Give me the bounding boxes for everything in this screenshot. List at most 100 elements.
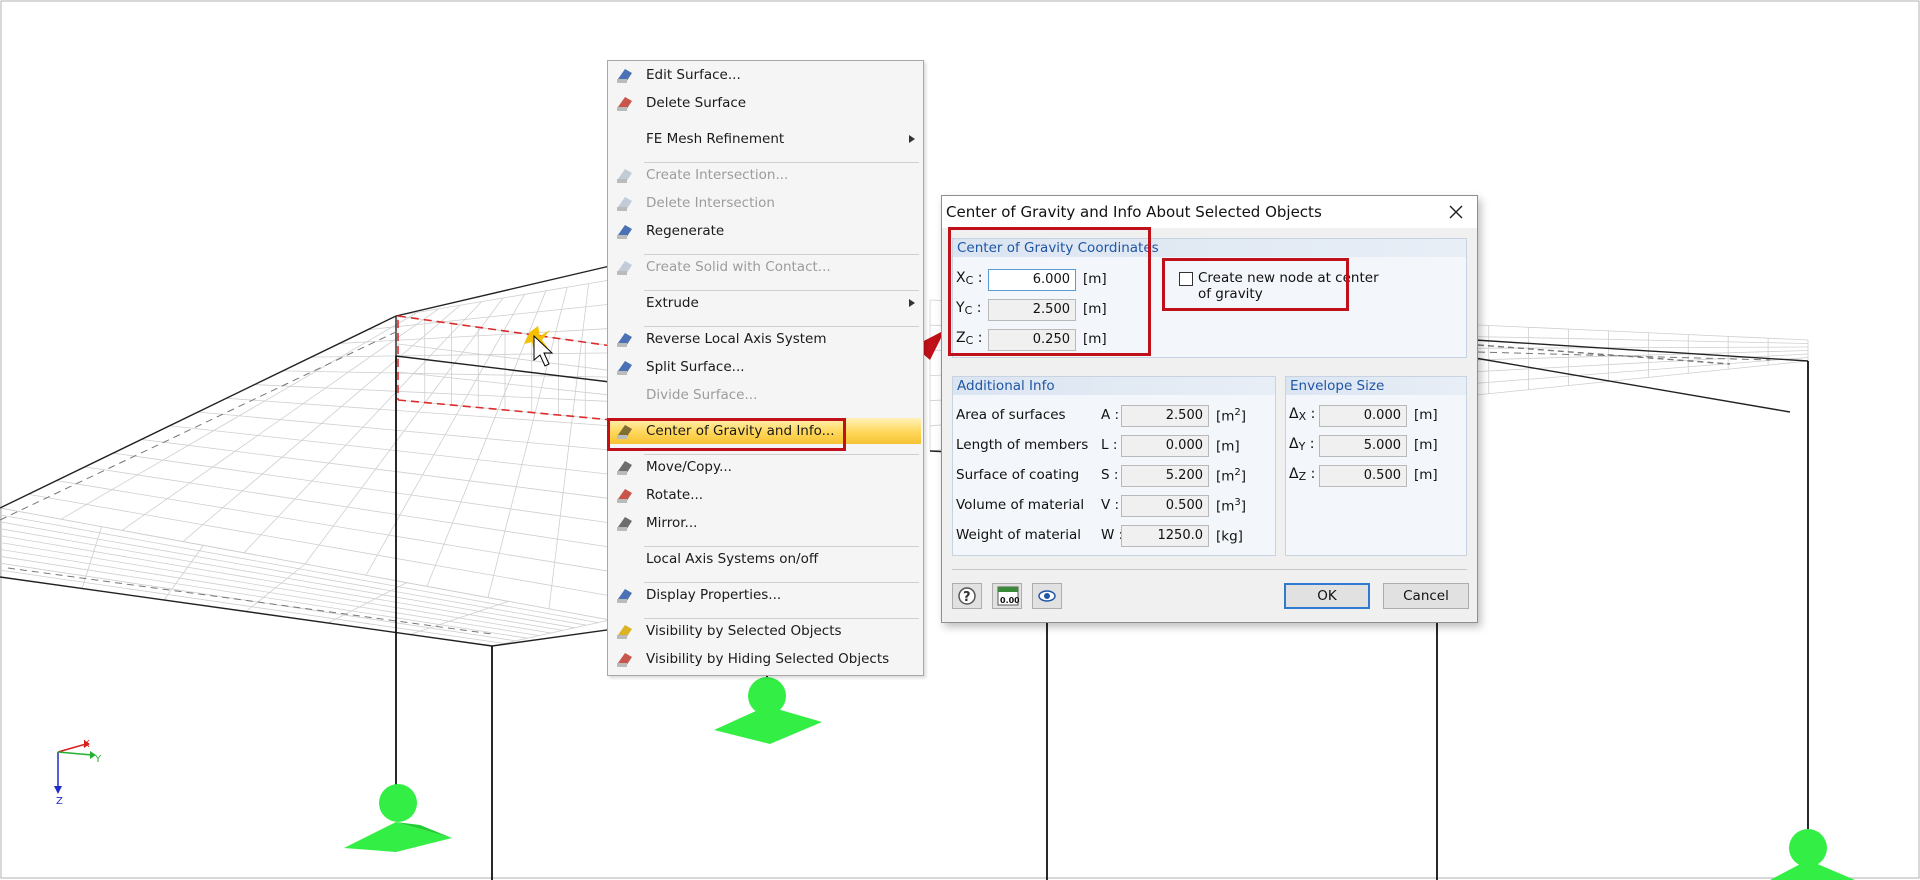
menu-item-create-intersection: Create Intersection... — [610, 162, 921, 188]
info-value-field[interactable]: 5.200 — [1121, 465, 1209, 487]
menu-item-local-axis-systems-on-off[interactable]: Local Axis Systems on/off — [610, 546, 921, 572]
menu-item-rotate[interactable]: Rotate... — [610, 482, 921, 508]
menu-item-label: Visibility by Selected Objects — [646, 623, 842, 639]
left-slab-front-mesh — [0, 507, 611, 647]
units-icon: 0.00 — [997, 586, 1019, 606]
rotate-icon — [615, 485, 635, 505]
create-intersection-icon — [615, 165, 635, 185]
ok-button[interactable]: OK — [1284, 583, 1370, 609]
menu-item-label: Split Surface... — [646, 359, 745, 375]
menu-item-label: FE Mesh Refinement — [646, 131, 785, 147]
info-row-symbol: V : — [1101, 497, 1120, 513]
cog-group-header: Center of Gravity Coordinates — [953, 239, 1466, 257]
close-icon — [1449, 205, 1463, 219]
view-icon — [1038, 590, 1056, 602]
envelope-unit: [m] — [1414, 407, 1438, 423]
info-value-field[interactable]: 0.500 — [1121, 495, 1209, 517]
menu-item-edit-surface[interactable]: Edit Surface... — [610, 62, 921, 88]
menu-item-label: Local Axis Systems on/off — [646, 551, 819, 567]
envelope-value-field[interactable]: 0.000 — [1319, 405, 1407, 427]
cog-coordinates-group: Center of Gravity Coordinates XC : 6.000 [… — [952, 238, 1467, 358]
context-menu: Edit Surface... Delete Surface FE Mesh Ref… — [607, 60, 924, 676]
menu-item-label: Delete Intersection — [646, 195, 775, 211]
menu-item-label: Visibility by Hiding Selected Objects — [646, 651, 890, 667]
axis-triad: Z X Y — [54, 739, 102, 807]
menu-item-fe-mesh-refinement[interactable]: FE Mesh Refinement — [610, 126, 921, 152]
info-row-label: Area of surfaces — [956, 407, 1066, 423]
view-button[interactable] — [1032, 583, 1062, 609]
menu-item-visibility-by-hiding-selected-objects[interactable]: Visibility by Hiding Selected Objects — [610, 646, 921, 672]
info-row-symbol: L : — [1101, 437, 1118, 453]
menu-item-visibility-by-selected-objects[interactable]: Visibility by Selected Objects — [610, 618, 921, 644]
delete-surface-icon — [615, 93, 635, 113]
envelope-size-header: Envelope Size — [1286, 377, 1466, 395]
menu-item-regenerate[interactable]: Regenerate — [610, 218, 921, 244]
additional-info-title: Additional Info — [957, 378, 1055, 394]
submenu-arrow-icon — [909, 135, 915, 143]
menu-item-delete-surface[interactable]: Delete Surface — [610, 90, 921, 116]
menu-item-label: Regenerate — [646, 223, 725, 239]
envelope-unit: [m] — [1414, 437, 1438, 453]
cog-value-field[interactable]: 6.000 — [988, 269, 1076, 291]
info-unit: [m3] — [1216, 497, 1247, 515]
svg-text:0.00: 0.00 — [1000, 596, 1019, 605]
info-unit: [m] — [1216, 438, 1240, 455]
cog-value-field[interactable]: 0.250 — [988, 329, 1076, 351]
info-row-symbol: S : — [1101, 467, 1119, 483]
svg-text:?: ? — [963, 590, 971, 605]
cog-unit: [m] — [1083, 331, 1107, 347]
info-unit: [kg] — [1216, 528, 1243, 545]
create-node-checkbox[interactable] — [1179, 272, 1193, 286]
menu-item-mirror[interactable]: Mirror... — [610, 510, 921, 536]
center-of-gravity-dialog: Center of Gravity and Info About Selecte… — [941, 195, 1478, 623]
menu-item-split-surface[interactable]: Split Surface... — [610, 354, 921, 380]
menu-item-label: Move/Copy... — [646, 459, 732, 475]
info-value-field[interactable]: 0.000 — [1121, 435, 1209, 457]
menu-item-label: Edit Surface... — [646, 67, 741, 83]
info-row-label: Surface of coating — [956, 467, 1080, 483]
menu-item-label: Create Solid with Contact... — [646, 259, 831, 275]
menu-item-label: Rotate... — [646, 487, 704, 503]
envelope-axis-label: ΔZ : — [1289, 466, 1316, 483]
left-slab-mesh — [0, 279, 611, 621]
create-node-label-line2: of gravity — [1198, 286, 1263, 302]
close-button[interactable] — [1441, 199, 1471, 225]
dialog-divider — [952, 569, 1467, 570]
envelope-value-field[interactable]: 0.500 — [1319, 465, 1407, 487]
info-row-symbol: W : — [1101, 527, 1124, 543]
envelope-value-field[interactable]: 5.000 — [1319, 435, 1407, 457]
svg-text:Y: Y — [94, 754, 102, 765]
cog-axis-label: YC : — [956, 300, 982, 317]
move-copy-icon — [615, 457, 635, 477]
info-row-symbol: A : — [1101, 407, 1120, 423]
cog-axis-label: XC : — [956, 270, 983, 287]
menu-item-delete-intersection: Delete Intersection — [610, 190, 921, 216]
units-button[interactable]: 0.00 — [992, 583, 1022, 609]
menu-item-move-copy[interactable]: Move/Copy... — [610, 454, 921, 480]
menu-item-extrude[interactable]: Extrude — [610, 290, 921, 316]
envelope-axis-label: ΔX : — [1289, 406, 1316, 423]
help-button[interactable]: ? — [952, 583, 982, 609]
info-unit: [m2] — [1216, 407, 1247, 425]
visibility-selected-icon — [615, 621, 635, 641]
regenerate-icon — [615, 221, 635, 241]
cancel-button[interactable]: Cancel — [1383, 583, 1469, 609]
create-node-label-line1: Create new node at center — [1198, 270, 1379, 286]
menu-item-reverse-local-axis-system[interactable]: Reverse Local Axis System — [610, 326, 921, 352]
visibility-hiding-icon — [615, 649, 635, 669]
dialog-title: Center of Gravity and Info About Selecte… — [946, 203, 1322, 221]
help-icon: ? — [958, 587, 976, 605]
edit-surface-icon — [615, 65, 635, 85]
menu-item-center-of-gravity-and-info[interactable]: Center of Gravity and Info... — [610, 418, 921, 444]
menu-item-label: Display Properties... — [646, 587, 782, 603]
additional-info-header: Additional Info — [953, 377, 1275, 395]
reverse-axis-icon — [615, 329, 635, 349]
cog-value-field[interactable]: 2.500 — [988, 299, 1076, 321]
dialog-titlebar[interactable]: Center of Gravity and Info About Selecte… — [942, 196, 1477, 228]
info-row-label: Weight of material — [956, 527, 1081, 543]
info-value-field[interactable]: 2.500 — [1121, 405, 1209, 427]
submenu-arrow-icon — [909, 299, 915, 307]
menu-item-display-properties[interactable]: Display Properties... — [610, 582, 921, 608]
cog-group-title: Center of Gravity Coordinates — [957, 240, 1159, 256]
info-value-field[interactable]: 1250.0 — [1121, 525, 1209, 547]
